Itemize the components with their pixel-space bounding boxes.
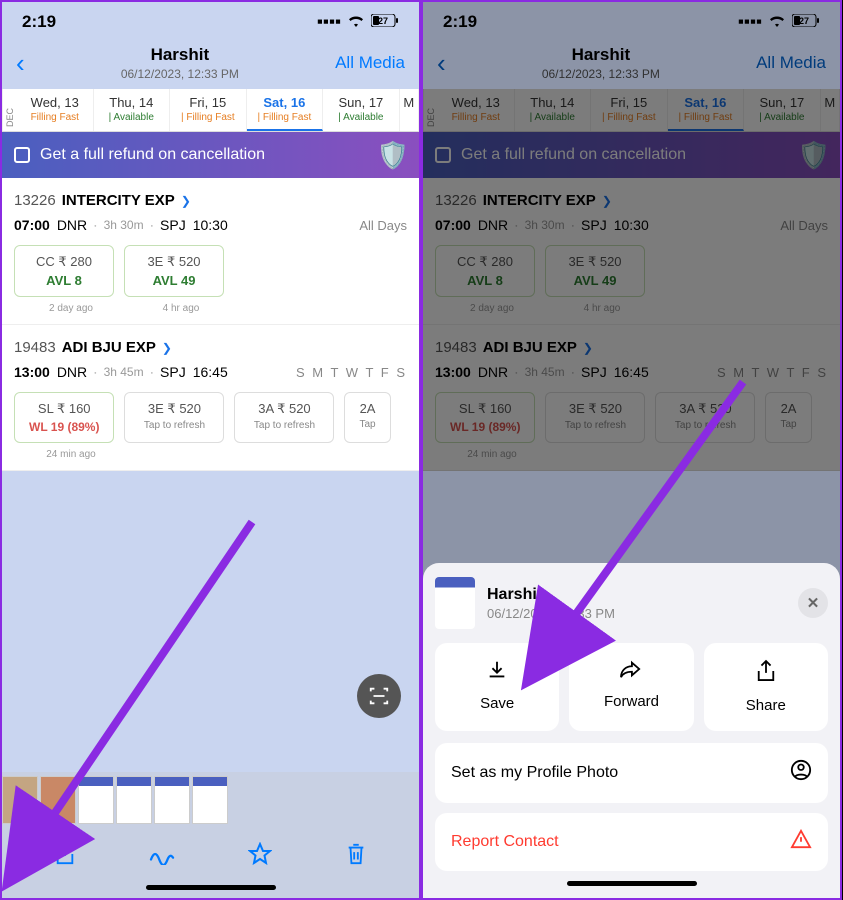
warning-icon [790,829,812,855]
profile-icon [790,759,812,787]
refund-text: Get a full refund on cancellation [40,146,265,164]
sheet-thumbnail [435,577,475,629]
draw-button[interactable] [149,843,175,872]
date-tab: Sun, 17| Available [323,89,400,131]
month-badge: DEC [2,89,17,131]
action-sheet: Harshit 06/12/2023, 12:33 PM ✕ Save Forw… [423,563,840,898]
all-media-button[interactable]: All Media [335,53,405,73]
forward-button[interactable]: Forward [569,643,693,731]
status-icons: ▪▪▪▪ 27 [317,12,399,32]
home-indicator[interactable] [146,885,276,890]
contact-sub: 06/12/2023, 12:33 PM [25,67,335,81]
signal-icon: ▪▪▪▪ [317,12,341,32]
date-tab-more: M [400,89,419,131]
sheet-header: Harshit 06/12/2023, 12:33 PM ✕ [435,577,828,629]
nav-title[interactable]: Harshit 06/12/2023, 12:33 PM [25,45,335,81]
close-button[interactable]: ✕ [798,588,828,618]
thumb[interactable] [40,776,76,824]
date-tab: Thu, 14| Available [94,89,171,131]
refund-banner: Get a full refund on cancellation 🛡️ [2,132,419,178]
bottom-toolbar [2,828,419,898]
back-button[interactable]: ‹ [16,48,25,79]
nav-bar: ‹ Harshit 06/12/2023, 12:33 PM All Media [2,37,419,89]
share-button[interactable] [54,841,76,874]
phone-right: 2:19 ▪▪▪▪ 27 ‹ Harshit 06/12/2023, 12:33… [421,0,842,900]
thumb[interactable] [78,776,114,824]
fare-box: SL ₹ 160WL 19 (89%) [14,392,114,443]
svg-text:27: 27 [378,16,388,26]
forward-icon [577,659,685,685]
sheet-title: Harshit 06/12/2023, 12:33 PM [487,586,615,621]
chevron-right-icon: ❯ [181,194,191,208]
thumbnail-strip[interactable] [2,772,419,828]
thumb[interactable] [192,776,228,824]
status-time: 2:19 [22,12,56,32]
battery-icon: 27 [371,12,399,32]
date-tab: Fri, 15| Filling Fast [170,89,247,131]
wifi-icon [347,12,365,32]
train-card: 19483 ADI BJU EXP ❯ 13:00 DNR ●3h 45m● S… [2,325,419,471]
date-tab: Wed, 13Filling Fast [17,89,94,131]
download-icon [443,659,551,687]
star-button[interactable] [248,842,272,873]
thumb[interactable] [2,776,38,824]
share-icon [712,659,820,689]
set-profile-photo[interactable]: Set as my Profile Photo [435,743,828,803]
media-content: DEC Wed, 13Filling Fast Thu, 14| Availab… [2,89,419,471]
delete-button[interactable] [345,842,367,873]
status-bar: 2:19 ▪▪▪▪ 27 [2,2,419,37]
refund-checkbox [14,147,30,163]
home-indicator[interactable] [567,881,697,886]
chevron-right-icon: ❯ [162,341,172,355]
fare-box: 3E ₹ 520Tap to refresh [124,392,224,443]
contact-name: Harshit [25,45,335,65]
date-tabs: DEC Wed, 13Filling Fast Thu, 14| Availab… [2,89,419,132]
fare-box: 3A ₹ 520Tap to refresh [234,392,334,443]
save-button[interactable]: Save [435,643,559,731]
action-row: Save Forward Share [435,643,828,731]
fare-box: 2ATap [344,392,390,443]
share-button[interactable]: Share [704,643,828,731]
shield-icon: 🛡️ [377,140,409,171]
phone-left: 2:19 ▪▪▪▪ 27 ‹ Harshit 06/12/2023, 12:33… [0,0,421,900]
train-card: 13226 INTERCITY EXP ❯ 07:00 DNR ●3h 30m●… [2,178,419,325]
thumb[interactable] [116,776,152,824]
date-tab-active: Sat, 16| Filling Fast [247,89,324,131]
fare-box: 3E ₹ 520AVL 49 [124,245,224,297]
fare-box: CC ₹ 280AVL 8 [14,245,114,297]
report-contact[interactable]: Report Contact [435,813,828,871]
thumb[interactable] [154,776,190,824]
scan-button[interactable] [357,674,401,718]
